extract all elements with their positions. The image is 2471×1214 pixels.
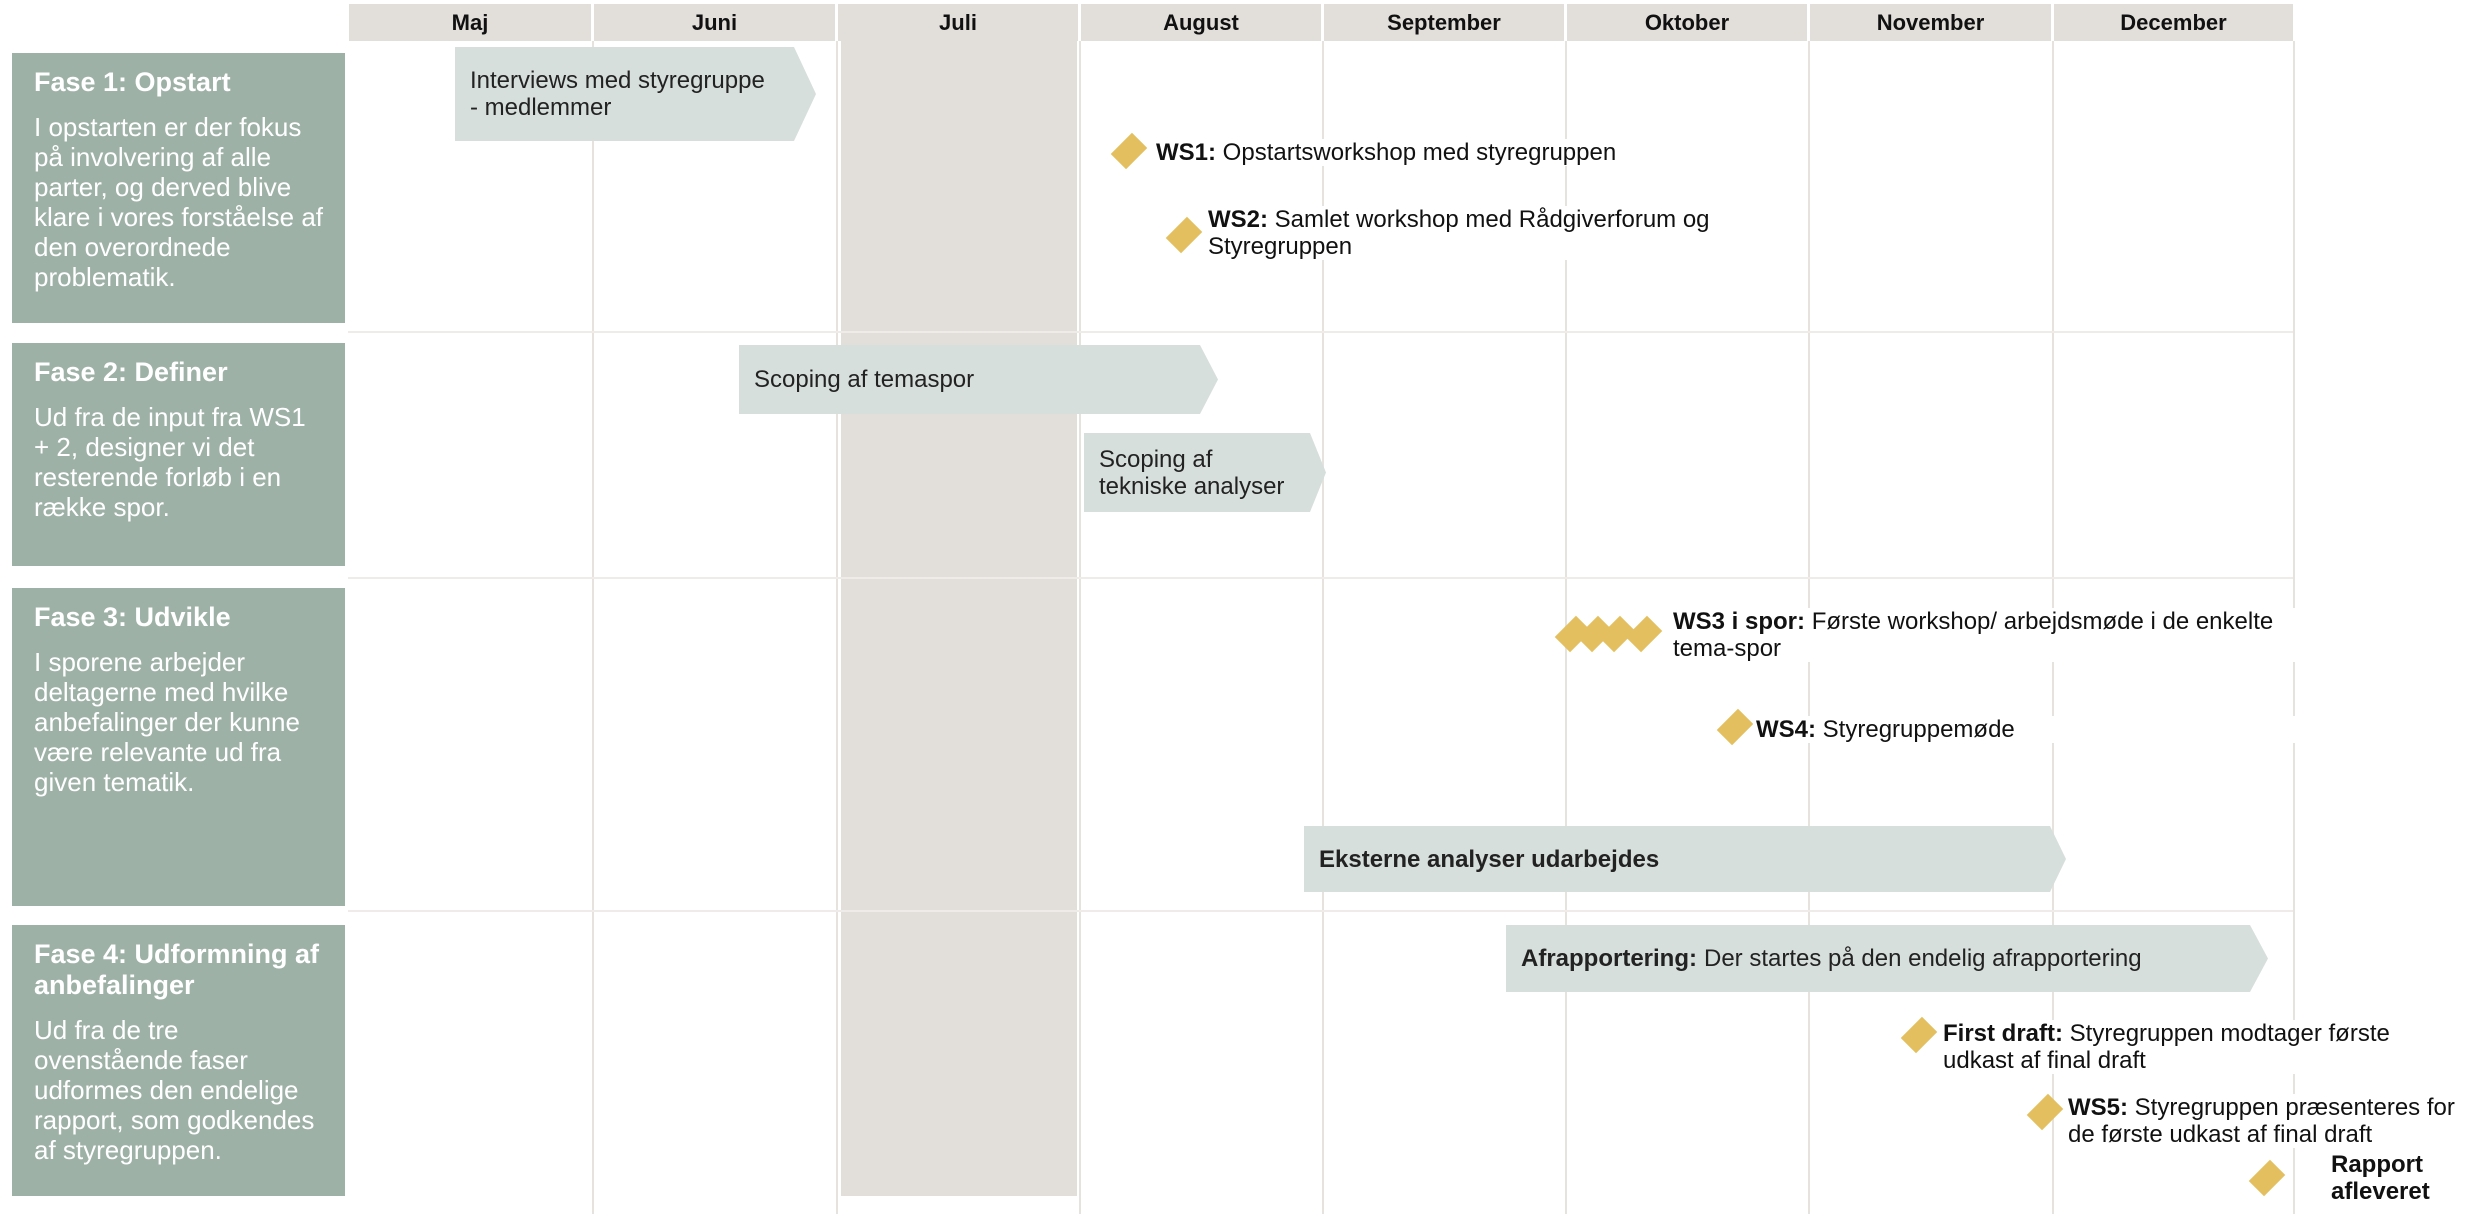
milestone-text: Opstartsworkshop med styregruppen	[1222, 139, 1617, 166]
milestone-diamond-icon	[1110, 132, 1148, 170]
milestone-diamond-icon	[2026, 1093, 2064, 1131]
milestone-ws3-label: WS3 i spor: Første workshop/ arbejdsmøde…	[1673, 608, 2297, 662]
phase-description: I opstarten er der fokus på involvering …	[34, 112, 324, 292]
row-separator	[348, 577, 2293, 579]
grid-line	[836, 41, 838, 1214]
month-header-august: August	[1081, 4, 1321, 41]
row-separator	[348, 910, 2293, 912]
milestone-ws2-label: WS2: Samlet workshop med Rådgiverforum o…	[1208, 206, 1772, 260]
bar-label: Interviews med styregruppe - medlemmer	[470, 67, 765, 121]
milestone-bold: WS3 i spor:	[1673, 608, 1806, 635]
milestone-rapport-label: Rapport afleveret	[2331, 1151, 2445, 1205]
month-header-juli: Juli	[838, 4, 1078, 41]
phase-1-box: Fase 1: Opstart I opstarten er der fokus…	[12, 53, 345, 323]
month-header-oktober: Oktober	[1567, 4, 1807, 41]
phase-description: I sporene arbejder deltagerne med hvilke…	[34, 647, 300, 797]
phase-title: Fase 4: Udformning af anbefalinger	[34, 939, 320, 1000]
bar-afrapportering: Afrapportering: Der startes på den endeli…	[1506, 925, 2268, 992]
phase-description: Ud fra de tre ovenstående faser udformes…	[34, 1015, 315, 1165]
bar-label-bold: Afrapportering:	[1521, 945, 1697, 972]
milestone-diamond-icon	[1625, 615, 1663, 653]
milestone-bold: Rapport afleveret	[2331, 1151, 2430, 1205]
bar-scoping-temaspor: Scoping af temaspor	[739, 345, 1218, 414]
phase-title: Fase 1: Opstart	[34, 67, 231, 97]
bar-label: Scoping af temaspor	[754, 366, 975, 393]
month-header-december: December	[2054, 4, 2293, 41]
bar-label: Scoping af tekniske analyser	[1099, 445, 1285, 500]
phase-3-box: Fase 3: Udvikle I sporene arbejder delta…	[12, 588, 345, 906]
month-header-september: September	[1324, 4, 1564, 41]
grid-line	[592, 41, 594, 1214]
milestone-bold: WS1:	[1156, 139, 1216, 166]
milestone-ws4-label: WS4: Styregruppemøde	[1756, 716, 2297, 743]
phase-description: Ud fra de input fra WS1 + 2, designer vi…	[34, 402, 306, 522]
bar-eksterne-analyser: Eksterne analyser udarbejdes	[1304, 826, 2066, 892]
milestone-text: Styregruppemøde	[1822, 716, 2015, 743]
milestone-diamond-icon	[2248, 1159, 2286, 1197]
bar-label: Der startes på den endelig afrapporterin…	[1704, 945, 2142, 972]
phase-2-box: Fase 2: Definer Ud fra de input fra WS1 …	[12, 343, 345, 566]
milestone-bold: WS2:	[1208, 206, 1268, 233]
milestone-bold: First draft:	[1943, 1020, 2063, 1047]
milestone-ws5-label: WS5: Styregruppen præsenteres for de før…	[2068, 1094, 2471, 1148]
phase-title: Fase 3: Udvikle	[34, 602, 231, 632]
grid-line	[1079, 41, 1081, 1214]
month-header-maj: Maj	[349, 4, 591, 41]
milestone-text: Samlet workshop med Rådgiverforum og Sty…	[1208, 206, 1710, 260]
milestone-diamond-icon	[1900, 1016, 1938, 1054]
milestone-ws1-label: WS1: Opstartsworkshop med styregruppen	[1156, 139, 1621, 166]
phase-title: Fase 2: Definer	[34, 357, 228, 387]
row-separator	[348, 331, 2293, 333]
bar-interviews: Interviews med styregruppe - medlemmer	[455, 47, 816, 141]
milestone-diamond-icon	[1165, 216, 1203, 254]
month-header-november: November	[1810, 4, 2051, 41]
phase-4-box: Fase 4: Udformning af anbefalinger Ud fr…	[12, 925, 345, 1196]
month-header-juni: Juni	[594, 4, 835, 41]
milestone-bold: WS4:	[1756, 716, 1816, 743]
milestone-bold: WS5:	[2068, 1094, 2128, 1121]
bar-label-bold: Eksterne analyser udarbejdes	[1319, 845, 1660, 873]
july-shaded-band	[841, 41, 1077, 1196]
milestone-diamond-icon	[1716, 708, 1754, 746]
milestone-first-draft-label: First draft: Styregruppen modtager først…	[1943, 1020, 2447, 1074]
bar-scoping-tekniske-analyser: Scoping af tekniske analyser	[1084, 433, 1326, 512]
